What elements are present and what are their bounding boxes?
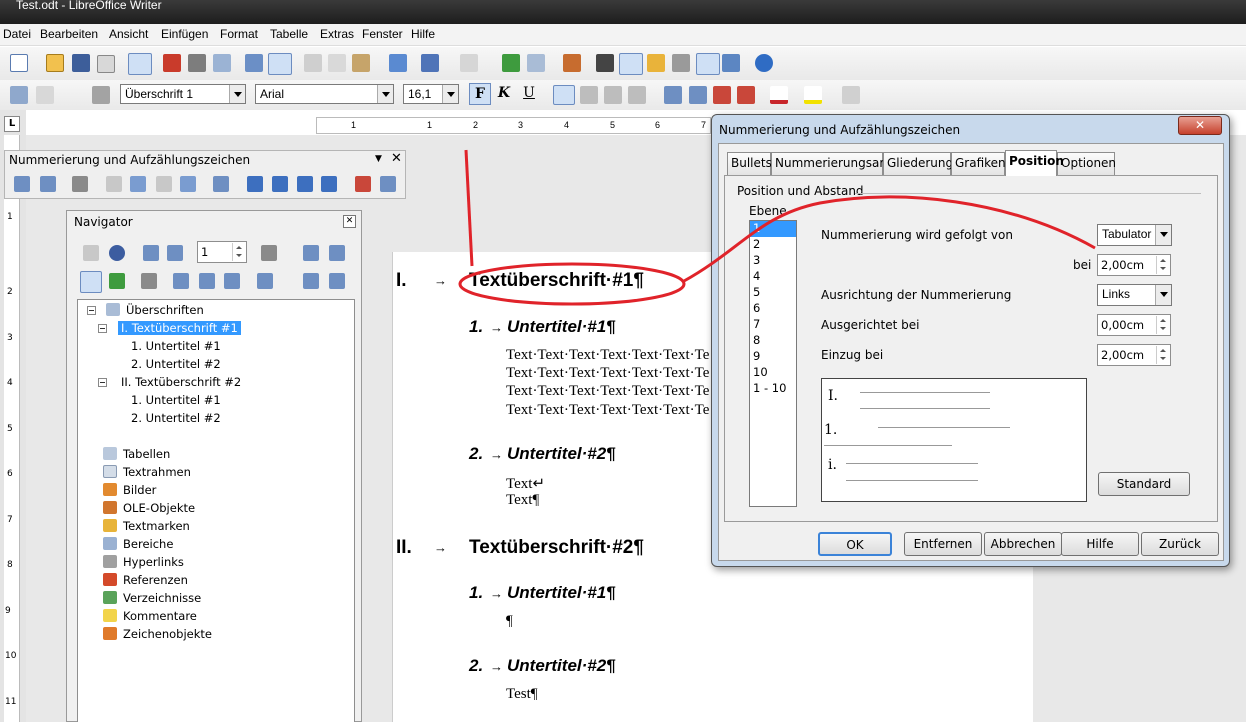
annotation-ellipse (458, 262, 686, 306)
red-annotation-overlay (458, 149, 1096, 306)
annotation-line (464, 149, 474, 267)
annotation-curve (683, 195, 1096, 283)
tab-position[interactable]: Position (1005, 150, 1064, 176)
